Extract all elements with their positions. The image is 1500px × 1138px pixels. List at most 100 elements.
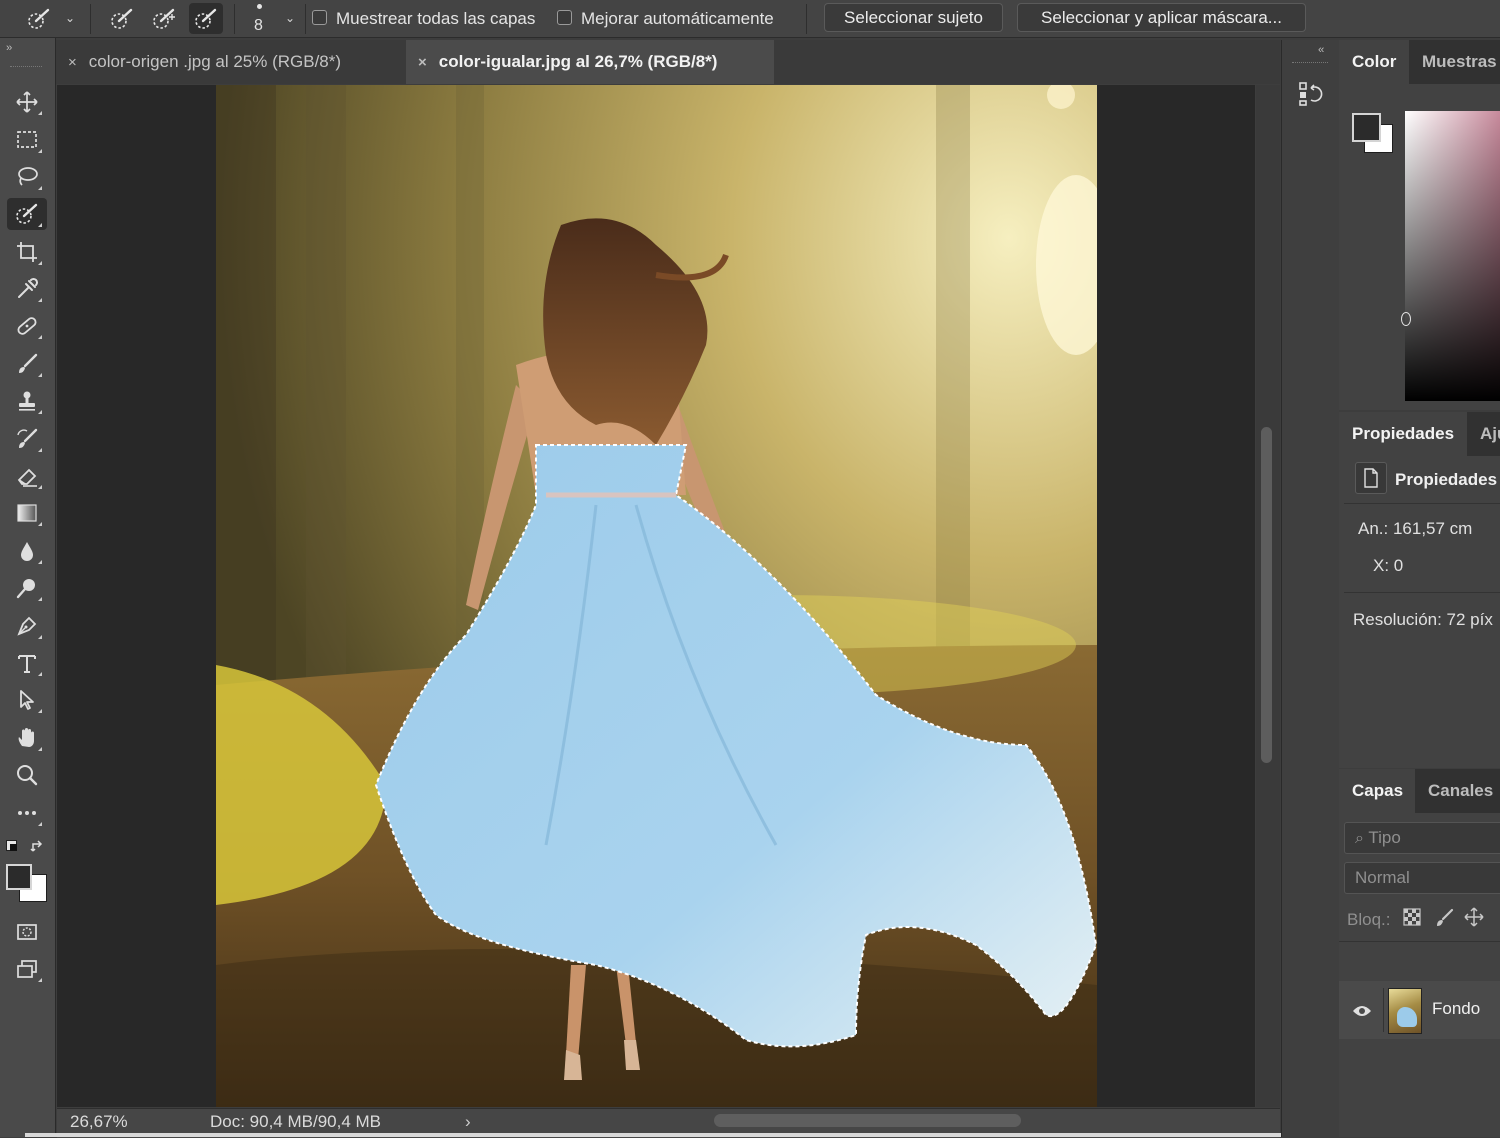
lock-position-icon[interactable] (1464, 907, 1484, 927)
subtract-from-selection-button[interactable] (189, 3, 223, 34)
spot-healing-tool[interactable] (7, 310, 47, 342)
magnifier-icon (17, 765, 38, 786)
dock-grip[interactable] (1292, 62, 1328, 63)
window-bottom-edge (25, 1133, 1500, 1137)
dock-collapse-icon[interactable]: ‹‹ (1318, 44, 1324, 56)
dodge-tool[interactable] (7, 572, 47, 604)
arrow-pointer-icon (20, 690, 34, 710)
history-panel-icon[interactable] (1297, 80, 1325, 108)
preset-dropdown-chevron-icon[interactable]: ⌄ (65, 11, 75, 25)
brush-picker-chevron-icon[interactable]: ⌄ (285, 11, 295, 25)
foreground-color-swatch[interactable] (6, 864, 32, 890)
tab-color-origen[interactable]: × color-origen .jpg al 25% (RGB/8*) (56, 40, 406, 84)
tab-adjustments[interactable]: Aju (1467, 412, 1500, 456)
close-tab-icon[interactable]: × (68, 54, 77, 71)
color-panel-foreground-swatch[interactable] (1352, 113, 1381, 142)
options-bar: ⌄ 8 ⌄ Muestrear todas las capas Mejorar … (0, 0, 1500, 38)
canvas-area[interactable] (57, 85, 1255, 1107)
tab-channels[interactable]: Canales (1415, 769, 1500, 813)
brush-size-value[interactable]: 8 (254, 17, 263, 35)
subtract-from-selection-icon (195, 8, 217, 29)
horizontal-scroll-thumb[interactable] (714, 1114, 1021, 1127)
document-icon (1364, 468, 1378, 488)
lock-transparent-pixels-icon[interactable] (1403, 908, 1421, 926)
type-tool[interactable] (7, 647, 47, 679)
auto-enhance-checkbox[interactable] (557, 10, 572, 25)
crop-icon (17, 242, 37, 262)
gradient-tool[interactable] (7, 497, 47, 529)
color-picker-cursor[interactable] (1401, 312, 1411, 326)
tab-properties[interactable]: Propiedades (1339, 412, 1467, 456)
layer-name[interactable]: Fondo (1432, 999, 1480, 1019)
history-brush-icon (17, 428, 38, 448)
toolbar-grip[interactable] (10, 66, 42, 69)
document-image[interactable] (216, 85, 1097, 1107)
select-and-mask-button[interactable]: Seleccionar y aplicar máscara... (1017, 3, 1306, 32)
gradient-icon (17, 504, 37, 522)
brush-size-dot-icon (257, 4, 262, 9)
eraser-tool[interactable] (7, 460, 47, 492)
layer-filter-field[interactable]: ⌕ Tipo (1344, 822, 1500, 854)
crop-tool[interactable] (7, 236, 47, 268)
new-selection-icon[interactable] (110, 7, 134, 31)
doc-size: Doc: 90,4 MB/90,4 MB (210, 1112, 382, 1131)
add-to-selection-icon[interactable] (152, 7, 176, 31)
width-value[interactable]: An.: 161,57 cm (1358, 519, 1472, 539)
document-properties-icon-box (1355, 462, 1387, 494)
lasso-tool[interactable] (7, 161, 47, 193)
rectangular-marquee-tool[interactable] (7, 124, 47, 156)
history-brush-tool[interactable] (7, 423, 47, 455)
eye-visibility-icon[interactable] (1352, 1004, 1372, 1018)
quick-mask-icon (17, 924, 37, 940)
close-tab-icon[interactable]: × (418, 54, 427, 71)
pen-icon (17, 616, 37, 636)
vertical-scrollbar[interactable] (1256, 85, 1280, 1107)
tab-layers[interactable]: Capas (1339, 769, 1415, 813)
sample-all-layers-checkbox[interactable] (312, 10, 327, 25)
stamp-icon (19, 391, 35, 411)
lock-label: Bloq.: (1347, 910, 1391, 929)
quick-selection-icon (16, 203, 38, 224)
status-menu-chevron-icon[interactable]: › (465, 1112, 471, 1132)
tab-color[interactable]: Color (1339, 40, 1409, 84)
layer-row-fondo[interactable]: Fondo (1339, 981, 1500, 1039)
zoom-level[interactable]: 26,67% (70, 1112, 128, 1132)
zoom-tool[interactable] (7, 759, 47, 791)
x-value[interactable]: X: 0 (1373, 556, 1403, 576)
clone-stamp-tool[interactable] (7, 385, 47, 417)
panel-dock-strip: ‹‹ (1281, 40, 1340, 1137)
screen-mode-button[interactable] (7, 953, 47, 985)
type-icon (18, 655, 36, 673)
swap-colors-icon[interactable] (30, 839, 46, 855)
quick-mask-button[interactable] (7, 916, 47, 948)
marquee-icon (17, 131, 37, 148)
document-tab-bar: × color-origen .jpg al 25% (RGB/8*) × co… (56, 40, 1280, 84)
brush-tool[interactable] (7, 348, 47, 380)
color-picker-field[interactable] (1405, 111, 1500, 401)
move-tool[interactable] (7, 86, 47, 118)
layer-thumbnail (1388, 988, 1422, 1034)
quick-selection-preset-icon[interactable] (27, 7, 51, 31)
tab-swatches[interactable]: Muestras (1409, 40, 1500, 84)
tab-color-igualar[interactable]: × color-igualar.jpg al 26,7% (RGB/8*) (406, 40, 774, 84)
tab-label: color-igualar.jpg al 26,7% (RGB/8*) (438, 52, 718, 71)
tab-label: color-origen .jpg al 25% (RGB/8*) (88, 52, 342, 71)
layers-panel-tabs: Capas Canales (1339, 769, 1500, 813)
color-panel (1339, 84, 1500, 410)
layers-panel: ⌕ Tipo Normal Bloq.: Fondo (1339, 813, 1500, 1137)
eyedropper-icon (18, 277, 39, 298)
more-tools-button[interactable] (7, 797, 47, 829)
lock-image-pixels-icon[interactable] (1434, 908, 1454, 928)
pen-tool[interactable] (7, 610, 47, 642)
toolbar-collapse-icon[interactable]: ›› (6, 42, 12, 54)
eyedropper-tool[interactable] (7, 273, 47, 305)
blend-mode-select[interactable]: Normal (1344, 862, 1500, 894)
hand-tool[interactable] (7, 722, 47, 754)
blur-tool[interactable] (7, 535, 47, 567)
vertical-scroll-thumb[interactable] (1261, 427, 1272, 763)
select-subject-button[interactable]: Seleccionar sujeto (824, 3, 1003, 32)
quick-selection-tool[interactable] (7, 198, 47, 230)
path-selection-tool[interactable] (7, 684, 47, 716)
bandage-icon (17, 317, 37, 335)
move-icon (16, 91, 38, 113)
